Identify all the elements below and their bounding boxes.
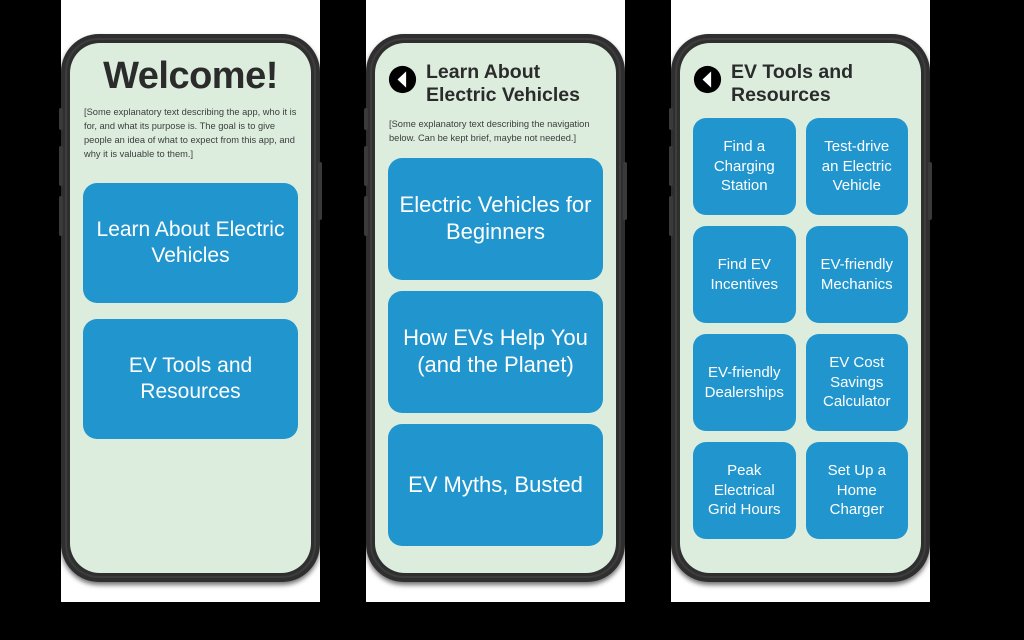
volume-down-button[interactable] <box>59 196 63 236</box>
intro-paragraph: [Some explanatory text describing the na… <box>389 119 590 143</box>
mute-switch[interactable] <box>364 108 368 130</box>
screen-ev-tools: EV Tools and Resources Find a Charging S… <box>680 43 921 573</box>
power-button[interactable] <box>623 162 627 220</box>
tool-tile-test-drive-an-electric-vehicle[interactable]: Test-drive an Electric Vehicle <box>805 118 908 215</box>
volume-up-button[interactable] <box>669 146 673 186</box>
tool-tile-grid: Find a Charging Station Test-drive an El… <box>693 118 908 539</box>
page-title: Welcome! <box>103 55 278 97</box>
mute-switch[interactable] <box>669 108 673 130</box>
phone-device-ev-tools: EV Tools and Resources Find a Charging S… <box>669 34 932 582</box>
volume-up-button[interactable] <box>364 146 368 186</box>
phone-device-welcome: Welcome! [Some explanatory text describi… <box>59 34 322 582</box>
tool-tile-ev-cost-savings-calculator[interactable]: EV Cost Savings Calculator <box>805 334 908 431</box>
screen-header: Learn About Electric Vehicles <box>388 61 603 107</box>
mute-switch[interactable] <box>59 108 63 130</box>
tool-tile-find-ev-incentives[interactable]: Find EV Incentives <box>693 226 796 323</box>
nav-button-how-evs-help-you[interactable]: How EVs Help You (and the Planet) <box>388 290 603 413</box>
nav-button-ev-tools-and-resources[interactable]: EV Tools and Resources <box>83 318 298 439</box>
tool-tile-ev-friendly-mechanics[interactable]: EV-friendly Mechanics <box>805 226 908 323</box>
volume-down-button[interactable] <box>364 196 368 236</box>
nav-button-list: Learn About Electric Vehicles EV Tools a… <box>83 182 298 439</box>
nav-button-ev-myths-busted[interactable]: EV Myths, Busted <box>388 423 603 546</box>
back-arrow-circle-icon[interactable] <box>693 65 722 94</box>
nav-button-list: Electric Vehicles for Beginners How EVs … <box>388 157 603 546</box>
screen-header: EV Tools and Resources <box>693 61 908 107</box>
nav-button-learn-about-electric-vehicles[interactable]: Learn About Electric Vehicles <box>83 182 298 303</box>
tool-tile-set-up-a-home-charger[interactable]: Set Up a Home Charger <box>805 442 908 539</box>
page-title: EV Tools and Resources <box>731 61 854 106</box>
intro-paragraph: [Some explanatory text describing the ap… <box>84 106 297 159</box>
tool-tile-find-a-charging-station[interactable]: Find a Charging Station <box>693 118 796 215</box>
wireframe-board: Welcome! [Some explanatory text describi… <box>0 0 1024 640</box>
volume-down-button[interactable] <box>669 196 673 236</box>
back-arrow-circle-icon[interactable] <box>388 65 417 94</box>
screen-welcome: Welcome! [Some explanatory text describi… <box>70 43 311 573</box>
volume-up-button[interactable] <box>59 146 63 186</box>
tool-tile-peak-electrical-grid-hours[interactable]: Peak Electrical Grid Hours <box>693 442 796 539</box>
screen-learn-about: Learn About Electric Vehicles [Some expl… <box>375 43 616 573</box>
power-button[interactable] <box>318 162 322 220</box>
power-button[interactable] <box>928 162 932 220</box>
phone-device-learn-about: Learn About Electric Vehicles [Some expl… <box>364 34 627 582</box>
page-title: Learn About Electric Vehicles <box>426 61 580 106</box>
tool-tile-ev-friendly-dealerships[interactable]: EV-friendly Dealerships <box>693 334 796 431</box>
nav-button-electric-vehicles-for-beginners[interactable]: Electric Vehicles for Beginners <box>388 157 603 280</box>
